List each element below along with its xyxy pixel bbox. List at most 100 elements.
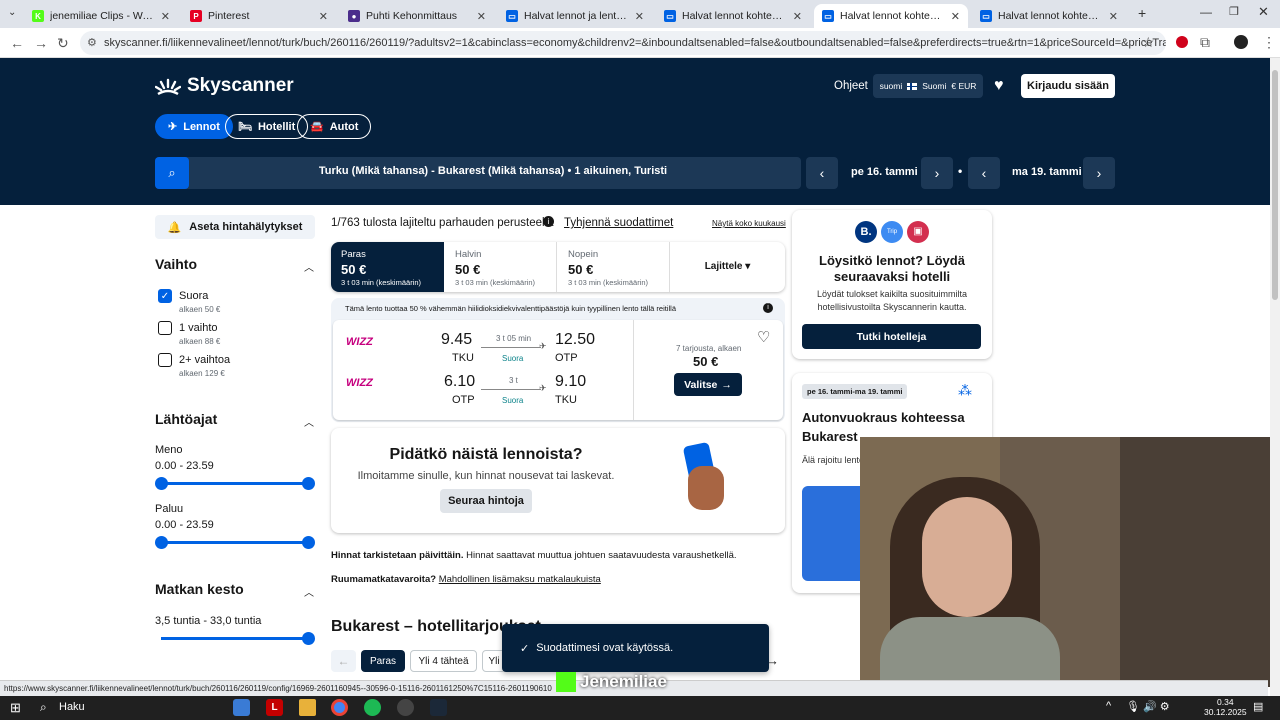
browser-tab[interactable]: ● Puhti Kehonmittaus ✕ — [340, 4, 494, 28]
outbound-slider-min[interactable] — [155, 477, 168, 490]
new-tab-button[interactable]: + — [1138, 5, 1146, 21]
duration-title[interactable]: Matkan kesto — [155, 581, 244, 597]
chip-best[interactable]: Paras — [361, 650, 405, 672]
windows-start-icon[interactable]: ⊞ — [10, 700, 21, 716]
return-slider-track[interactable] — [161, 541, 309, 544]
outbound-slider-track[interactable] — [161, 482, 309, 485]
page-scrollbar[interactable] — [1270, 58, 1280, 696]
return-date[interactable]: ma 19. tammi — [1012, 166, 1082, 178]
next-depart-date-button[interactable]: › — [921, 157, 953, 189]
login-button[interactable]: Kirjaudu sisään — [1021, 74, 1115, 98]
stops-one-checkbox[interactable] — [158, 321, 172, 335]
url-field[interactable]: ⚙ skyscanner.fi/liikennevalineet/lennot/… — [80, 31, 1166, 55]
next-return-date-button[interactable]: › — [1083, 157, 1115, 189]
file-explorer-icon[interactable] — [299, 699, 316, 716]
times-title[interactable]: Lähtöajat — [155, 411, 217, 427]
minimize-button[interactable]: — — [1200, 5, 1212, 19]
taskbar-search[interactable]: Haku — [59, 701, 85, 713]
browser-tab[interactable]: ▭ Halvat lennot kohteesta Turku ✕ — [814, 4, 968, 28]
obs-icon[interactable] — [397, 699, 414, 716]
tab-close-icon[interactable]: ✕ — [161, 10, 170, 23]
prev-return-date-button[interactable]: ‹ — [968, 157, 1000, 189]
app-l-icon[interactable]: L — [266, 699, 283, 716]
back-icon[interactable]: ← — [10, 35, 24, 51]
reload-icon[interactable]: ↻ — [57, 35, 69, 52]
profile-avatar[interactable] — [1234, 35, 1248, 49]
tray-chevron-icon[interactable]: ^ — [1106, 700, 1111, 712]
extensions-puzzle-icon[interactable]: ⧉ — [1200, 34, 1210, 51]
info-icon[interactable]: i — [763, 303, 773, 313]
track-prices-button[interactable]: Seuraa hintoja — [440, 489, 532, 513]
browser-tab[interactable]: ▭ Halvat lennot ja lentoliput kaikk ✕ — [498, 4, 652, 28]
browser-tab[interactable]: P Pinterest ✕ — [182, 4, 336, 28]
price-alert-button[interactable]: 🔔 Aseta hintahälytykset — [155, 215, 315, 239]
tab-best[interactable]: Paras 50 € 3 t 03 min (keskimäärin) — [331, 242, 444, 292]
browser-tab[interactable]: ▭ Halvat lennot kohteesta Turku ✕ — [656, 4, 810, 28]
clear-filters-link[interactable]: Tyhjennä suodattimet — [564, 217, 673, 229]
tab-close-icon[interactable]: ✕ — [1109, 10, 1118, 23]
outbound-duration: 3 t 05 min — [496, 334, 532, 343]
favorites-heart-icon[interactable]: ♥ — [994, 77, 1004, 95]
sort-dropdown[interactable]: Lajittele ▾ — [670, 261, 785, 272]
nav-flights[interactable]: ✈ Lennot — [155, 114, 233, 139]
stops-title[interactable]: Vaihto — [155, 256, 197, 272]
duration-slider-track[interactable] — [161, 637, 309, 640]
bookmark-star-icon[interactable]: ☆ — [1142, 34, 1155, 51]
extension-icon[interactable] — [1176, 36, 1188, 48]
app-icon[interactable] — [233, 699, 250, 716]
search-icon[interactable]: ⌕ — [40, 700, 47, 715]
return-slider-max[interactable] — [302, 536, 315, 549]
help-link[interactable]: Ohjeet — [834, 80, 868, 92]
stops-direct-checkbox[interactable]: ✓ — [158, 289, 172, 303]
search-summary-field[interactable]: Turku (Mikä tahansa) - Bukarest (Mikä ta… — [155, 157, 801, 189]
favorite-heart-icon[interactable]: ♡ — [757, 328, 770, 346]
chrome-icon[interactable] — [331, 699, 348, 716]
locale-selector[interactable]: suomi Suomi € EUR — [873, 74, 983, 98]
outbound-dep-time: 9.45 — [441, 331, 473, 348]
site-info-icon[interactable]: ⚙ — [87, 36, 97, 49]
prev-depart-date-button[interactable]: ‹ — [806, 157, 838, 189]
tab-close-icon[interactable]: ✕ — [319, 10, 328, 23]
skyscanner-logo[interactable]: Skyscanner — [155, 75, 294, 97]
chevron-up-icon[interactable]: ︿ — [304, 414, 314, 429]
tray-icons[interactable]: 🎙 🔊 ⚙ — [1126, 700, 1170, 713]
tab-close-icon[interactable]: ✕ — [793, 10, 802, 23]
select-button[interactable]: Valitse → — [674, 373, 742, 396]
sort-label: Lajittele — [704, 261, 743, 272]
spotify-icon[interactable] — [364, 699, 381, 716]
menu-dots-icon[interactable]: ⋮ — [1262, 34, 1276, 51]
notifications-icon[interactable]: ▤ — [1253, 700, 1263, 713]
chips-prev-button[interactable]: ← — [331, 650, 356, 672]
flight-card[interactable]: WIZZ 9.45 TKU 3 t 05 min ✈ Suora 12.50 O… — [333, 320, 783, 420]
tab-close-icon[interactable]: ✕ — [477, 10, 486, 23]
browser-tab[interactable]: Kjenemiliae Clips - Watch Live or ✕ — [24, 4, 178, 28]
nav-hotels[interactable]: 🛏 Hotellit — [225, 114, 309, 139]
chevron-up-icon[interactable]: ︿ — [304, 259, 314, 274]
outbound-arr-time: 12.50 — [555, 331, 596, 348]
explore-hotels-button[interactable]: Tutki hotelleja — [802, 324, 981, 349]
stops-two-checkbox[interactable] — [158, 353, 172, 367]
browser-tab[interactable]: ▭ Halvat lennot kohteesta Helsinki ✕ — [972, 4, 1126, 28]
search-button[interactable]: ⌕ — [155, 157, 189, 189]
maximize-button[interactable]: ❐ — [1229, 5, 1239, 18]
close-window-button[interactable]: ✕ — [1258, 4, 1269, 20]
steam-icon[interactable] — [430, 699, 447, 716]
nav-cars[interactable]: 🚘 Autot — [297, 114, 372, 139]
tab-close-icon[interactable]: ✕ — [635, 10, 644, 23]
baggage-link[interactable]: Mahdollinen lisämaksu matkalaukuista — [439, 574, 601, 585]
tab-list-icon[interactable]: ⌄ — [8, 7, 16, 18]
tab-close-icon[interactable]: ✕ — [951, 10, 960, 23]
scrollbar-thumb[interactable] — [1272, 70, 1278, 300]
whole-month-link[interactable]: Näytä koko kuukausi — [712, 219, 786, 228]
tab-cheapest[interactable]: Halvin 50 € 3 t 03 min (keskimäärin) — [444, 242, 557, 292]
depart-date[interactable]: pe 16. tammi — [851, 166, 918, 178]
tab-title: jenemiliae Clips - Watch Live or — [50, 10, 155, 22]
duration-slider-max[interactable] — [302, 632, 315, 645]
chevron-up-icon[interactable]: ︿ — [304, 584, 314, 599]
outbound-slider-max[interactable] — [302, 477, 315, 490]
chip-4-stars[interactable]: Yli 4 tähteä — [410, 650, 477, 672]
tab-fastest[interactable]: Nopein 50 € 3 t 03 min (keskimäärin) — [557, 242, 670, 292]
forward-icon[interactable]: → — [34, 35, 48, 51]
info-icon[interactable]: i — [543, 216, 554, 227]
return-slider-min[interactable] — [155, 536, 168, 549]
